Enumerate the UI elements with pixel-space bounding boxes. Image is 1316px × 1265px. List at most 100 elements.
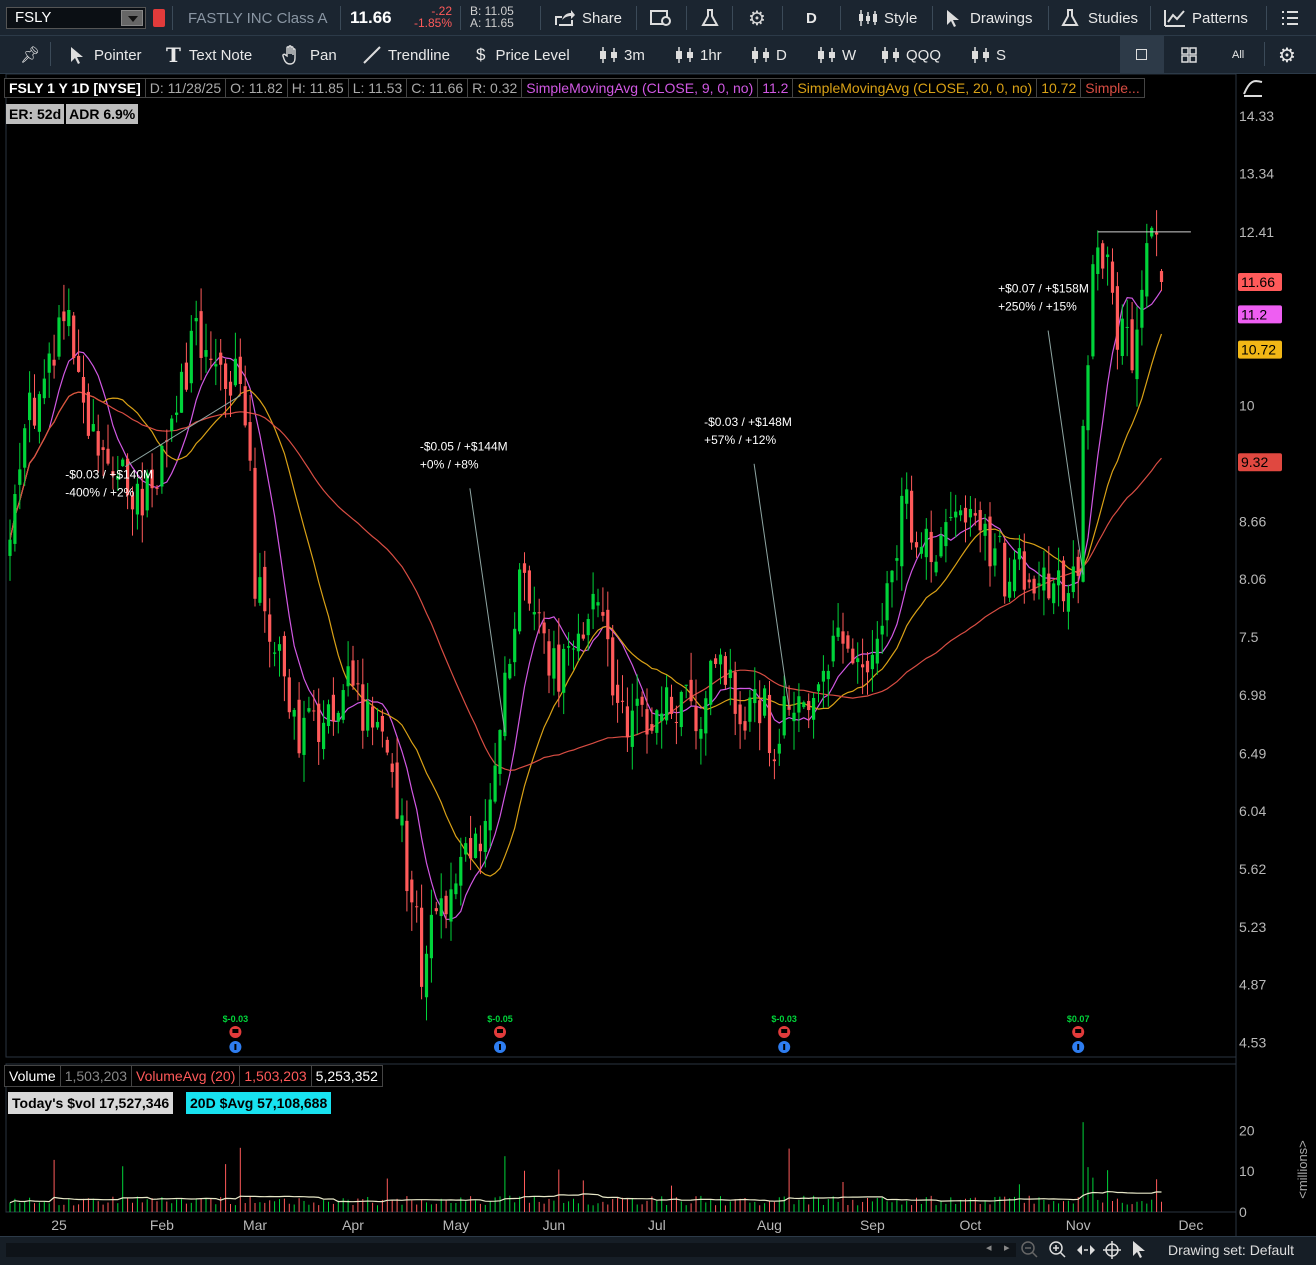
pointer-tool[interactable]: Pointer [68,40,142,70]
compare-button[interactable] [650,3,672,33]
candle-body [826,670,830,680]
candle-body [1115,286,1119,350]
candle-body [1135,329,1139,380]
share-button[interactable]: Share [554,3,622,33]
candle-body [807,700,811,711]
grid-qqq-button[interactable]: QQQ [880,40,941,70]
candle-body [77,355,81,372]
grid-3m-button[interactable]: 3m [598,40,645,70]
volume-avg-value: 1,503,203 [239,1065,312,1087]
earnings-phone-icon-glyph [781,1029,788,1033]
alert-tag-icon[interactable] [153,9,165,27]
trendline-tool[interactable]: Trendline [362,40,450,70]
candle-body [709,660,713,705]
period-selector[interactable]: D [806,3,817,33]
crosshair-icon[interactable] [1102,1240,1122,1260]
studies-button[interactable]: Studies [1060,3,1138,33]
drawing-set-label[interactable]: Drawing set: Default [1168,1242,1294,1258]
candle-body [586,619,590,636]
chart-settings-button[interactable]: ⚙ [1278,40,1296,70]
y-tick-label: 6.49 [1239,745,1266,761]
candle-body [694,706,698,732]
annotation-text: +250% / +15% [998,300,1077,314]
candle-body [968,508,972,518]
candle-body [439,898,443,917]
divider [540,6,541,30]
patterns-button[interactable]: Patterns [1164,3,1248,33]
candle-body [282,635,286,677]
candles-icon [676,47,693,63]
candle-body [821,670,825,682]
scroll-right-icon[interactable]: ▸ [1004,1241,1010,1254]
sma50-label[interactable]: Simple... [1080,78,1145,98]
drawings-button[interactable]: Drawings [944,3,1033,33]
candle-body [973,513,977,516]
grid-w-button[interactable]: W [816,40,856,70]
divider [636,6,637,30]
grid-s-button[interactable]: S [970,40,1006,70]
pan-arrows-icon[interactable] [1076,1240,1096,1260]
candle-body [1017,548,1021,560]
candle-body [361,684,365,731]
candle-body [1130,319,1134,371]
single-layout-button[interactable] [1120,36,1164,73]
candle-body [816,684,821,692]
candle-body [62,311,66,322]
text-note-tool[interactable]: T Text Note [166,40,252,70]
candle-body [429,914,433,959]
candle-body [224,363,228,389]
candle-body [375,721,380,728]
volume-tick-label: 10 [1239,1163,1255,1179]
symbol-selector[interactable]: FSLY [6,7,146,29]
er-adr-box: ER: 52d ADR 6.9% [6,104,140,124]
pan-hand-icon [282,45,296,65]
candle-body [1125,326,1129,328]
zoom-in-icon[interactable] [1048,1240,1068,1260]
candle-body [356,683,360,685]
grid-1hr-button[interactable]: 1hr [674,40,722,70]
settings-gear-button[interactable]: ⚙ [748,3,766,33]
price-tag-label: 10.72 [1241,342,1276,358]
volume-avg-label[interactable]: VolumeAvg (20) [131,1065,241,1087]
y-tick-label: 4.53 [1239,1035,1266,1051]
scroll-left-icon[interactable]: ◂ [986,1241,992,1254]
pointer-label: Pointer [94,46,142,64]
y-tick-label: 4.87 [1239,976,1266,992]
candle-body [140,488,144,516]
candle-body [895,558,899,561]
zoom-out-icon[interactable] [1020,1240,1040,1260]
volume-label: Volume [4,1065,61,1087]
grid-layout-button[interactable] [1180,40,1198,70]
symbol-dropdown-icon[interactable] [121,10,143,26]
divider [172,6,173,30]
menu-button[interactable] [1280,3,1300,33]
grid-d-button[interactable]: D [750,40,787,70]
chart-area[interactable]: 14.33 13.34 12.41 10 8.66 8.06 7.5 6.98 6.49 6.04… [0,74,1316,1265]
price-level-tool[interactable]: $ Price Level [476,40,570,70]
change-percent: -1.85% [414,16,453,30]
candle-body [42,378,46,399]
pin-icon: 📌︎ [20,47,41,64]
ask-value: A: 11.65 [470,16,514,30]
candle-body [772,759,776,762]
candle-body [1032,578,1036,594]
chart-canvas[interactable]: 14.33 13.34 12.41 10 8.66 8.06 7.5 6.98 6.49 6.04… [0,74,1316,1236]
candle-body [1140,289,1144,328]
candle-body [640,696,644,705]
candles-icon [600,47,617,63]
candle-body [160,445,164,487]
sma20-label[interactable]: SimpleMovingAvg (CLOSE, 20, 0, no) [792,78,1038,98]
candle-body [758,700,762,724]
pan-tool[interactable]: Pan [282,40,337,70]
menu-list-icon [1282,11,1298,25]
horizontal-scrollbar[interactable] [6,1243,1016,1257]
candle-body [1052,583,1056,604]
candle-body [944,522,948,547]
sma9-label[interactable]: SimpleMovingAvg (CLOSE, 9, 0, no) [521,78,759,98]
flask-button[interactable] [700,3,720,33]
pin-button[interactable]: 📌︎ [20,40,40,70]
all-button[interactable]: All [1232,40,1244,70]
style-button[interactable]: Style [856,3,917,33]
cursor-icon[interactable] [1130,1240,1148,1260]
candle-body [767,694,772,754]
